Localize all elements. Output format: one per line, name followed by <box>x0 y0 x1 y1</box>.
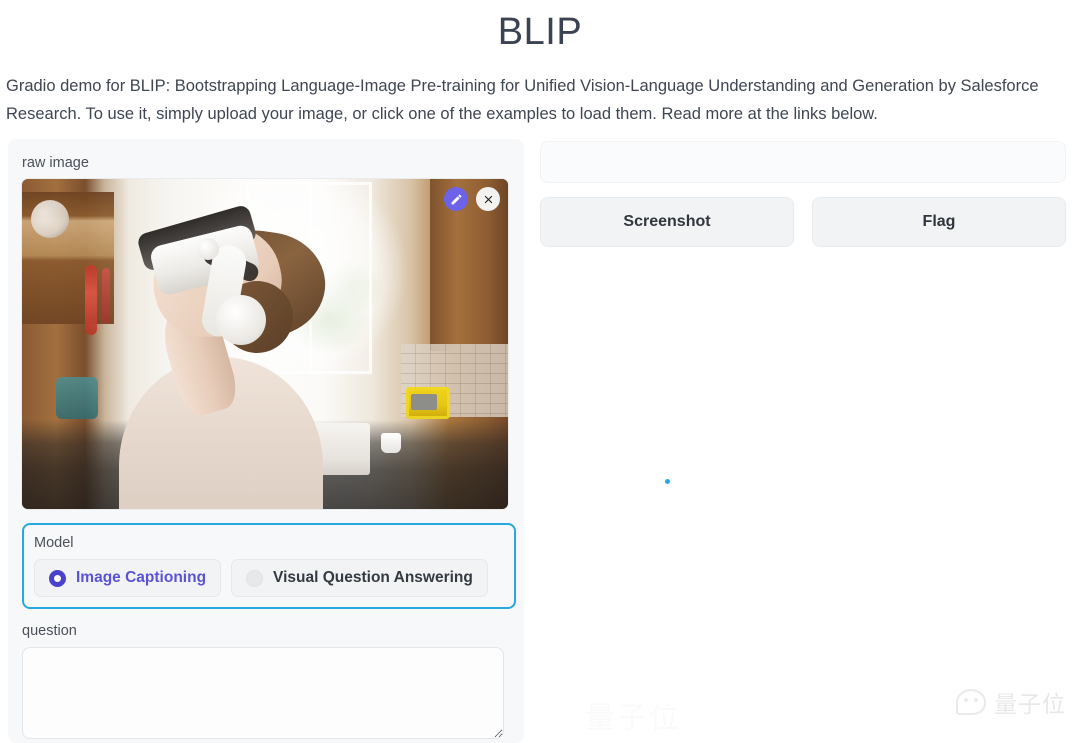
loading-dot-icon <box>665 479 670 484</box>
page-title: BLIP <box>497 11 583 53</box>
output-panel: Screenshot Flag <box>540 139 1068 743</box>
page-description: Gradio demo for BLIP: Bootstrapping Lang… <box>6 77 1039 123</box>
white-mug <box>381 433 402 454</box>
input-panel: raw image Model Image Captioning Visual … <box>8 139 524 743</box>
red-towel-secondary <box>102 268 111 325</box>
radio-option-image-captioning[interactable]: Image Captioning <box>34 559 222 597</box>
teal-kettle <box>56 377 99 419</box>
flag-button[interactable]: Flag <box>812 197 1066 247</box>
radio-option-label: Visual Question Answering <box>273 569 473 586</box>
raw-image-label: raw image <box>22 155 89 171</box>
image-action-buttons <box>444 187 500 211</box>
model-radio-group[interactable]: Model Image Captioning Visual Question A… <box>22 523 516 609</box>
model-label: Model <box>34 535 74 551</box>
cabinet-shelf <box>22 192 115 325</box>
radio-selected-icon <box>49 569 66 587</box>
red-towel <box>85 264 98 335</box>
model-options-row: Image Captioning Visual Question Answeri… <box>34 559 504 597</box>
yellow-toaster <box>405 386 450 419</box>
caption-output-box[interactable] <box>540 141 1066 183</box>
kitchen-vr-photo <box>22 179 508 509</box>
vr-headset-earcup <box>216 294 267 345</box>
blip-gradio-demo-page: BLIP Gradio demo for BLIP: Bootstrapping… <box>0 0 1080 743</box>
close-x-icon[interactable] <box>476 187 500 211</box>
raw-image-preview[interactable] <box>22 179 508 509</box>
question-label: question <box>22 623 77 639</box>
radio-unselected-icon <box>246 569 264 587</box>
main-columns: raw image Model Image Captioning Visual … <box>0 139 1080 743</box>
question-input[interactable] <box>22 647 504 739</box>
pencil-edit-icon[interactable] <box>444 187 468 211</box>
plate-object <box>31 200 70 239</box>
radio-option-visual-question-answering[interactable]: Visual Question Answering <box>231 559 488 597</box>
action-button-row: Screenshot Flag <box>540 197 1068 247</box>
screenshot-button[interactable]: Screenshot <box>540 197 794 247</box>
radio-option-label: Image Captioning <box>76 569 207 586</box>
